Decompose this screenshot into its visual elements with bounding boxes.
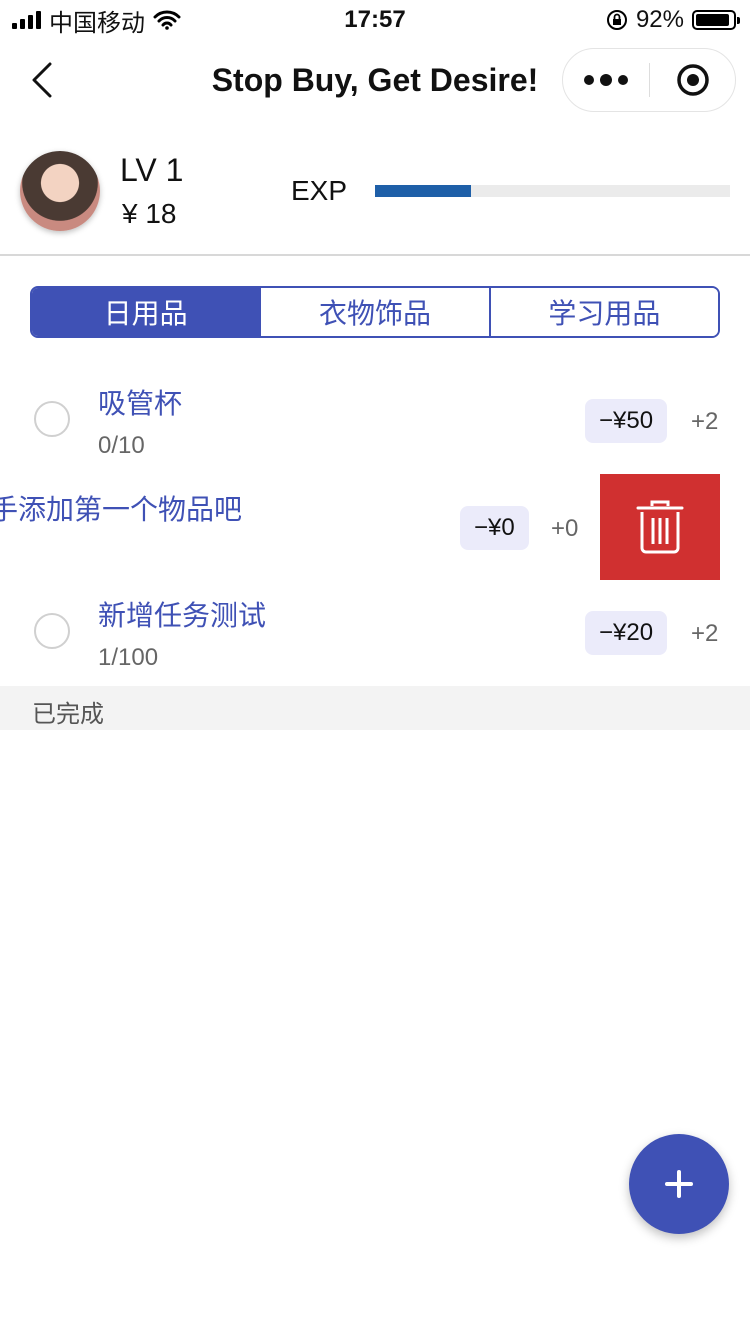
level-label: LV 1 xyxy=(120,152,184,188)
price-tag: −¥50 xyxy=(585,399,668,443)
exp-progress-bar xyxy=(375,185,730,197)
item-progress: 0/10 xyxy=(98,432,145,459)
price-tag: −¥0 xyxy=(460,506,529,550)
item-name[interactable]: 新增任务测试 xyxy=(98,594,266,634)
delete-button[interactable] xyxy=(600,474,720,580)
battery-fill xyxy=(696,14,729,26)
mini-program-capsule xyxy=(562,48,736,112)
orientation-lock-icon xyxy=(606,10,627,30)
completed-section-header[interactable]: 已完成 xyxy=(0,686,750,730)
tab-study[interactable]: 学习用品 xyxy=(488,288,718,336)
status-bar: 中国移动 17:57 92% xyxy=(0,0,750,40)
tab-daily[interactable]: 日用品 xyxy=(32,288,260,336)
status-right: 92% xyxy=(606,6,740,34)
plus-icon xyxy=(665,1170,693,1198)
exp-gain: +2 xyxy=(691,408,719,435)
price-tag: −¥20 xyxy=(585,611,668,655)
divider xyxy=(0,254,750,256)
exp-gain: +2 xyxy=(691,620,719,647)
money-label: ¥ 18 xyxy=(122,198,177,229)
page-title: Stop Buy, Get Desire! xyxy=(211,62,539,98)
item-name[interactable]: 吸管杯 xyxy=(98,382,182,422)
close-button[interactable] xyxy=(650,49,736,111)
close-target-icon xyxy=(677,64,709,96)
item-checkbox[interactable] xyxy=(34,613,70,649)
back-button[interactable] xyxy=(22,58,62,102)
trash-icon xyxy=(636,500,684,554)
avatar[interactable] xyxy=(20,151,100,231)
exp-gain: +0 xyxy=(551,515,579,542)
battery-percent: 92% xyxy=(635,6,684,33)
battery-icon xyxy=(692,10,740,30)
item-name[interactable]: 手添加第一个物品吧 xyxy=(0,488,242,528)
category-tabs: 日用品 衣物饰品 学习用品 xyxy=(30,286,720,338)
exp-label: EXP xyxy=(291,175,348,206)
exp-progress-fill xyxy=(375,185,471,197)
more-dots-icon xyxy=(584,75,594,85)
add-item-button[interactable] xyxy=(629,1134,729,1234)
tab-clothing[interactable]: 衣物饰品 xyxy=(259,288,489,336)
item-checkbox[interactable] xyxy=(34,401,70,437)
completed-label: 已完成 xyxy=(32,701,104,728)
item-progress: 1/100 xyxy=(98,644,159,671)
back-chevron-icon xyxy=(32,62,52,98)
more-button[interactable] xyxy=(563,49,649,111)
